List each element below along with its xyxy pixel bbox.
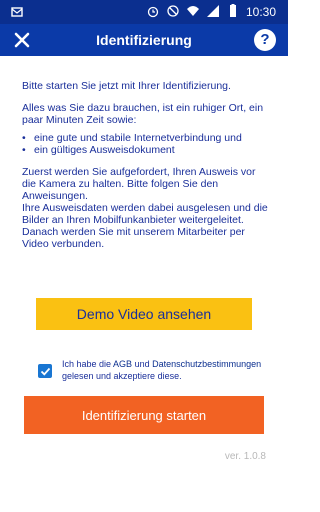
signal-icon <box>206 4 220 21</box>
privacy-link[interactable]: Datenschutzbestimmungen <box>152 359 261 369</box>
demo-video-button[interactable]: Demo Video ansehen <box>36 298 252 330</box>
start-identification-button[interactable]: Identifizierung starten <box>24 396 264 434</box>
intro-paragraph: Bitte starten Sie jetzt mit Ihrer Identi… <box>22 80 231 92</box>
list-item: eine gute und stabile Internetverbindung… <box>22 132 272 144</box>
alarm-icon <box>146 4 160 21</box>
instruction-text: Zuerst werden Sie aufgefordert, Ihren Au… <box>22 166 256 202</box>
requirements-list: eine gute und stabile Internetverbindung… <box>22 132 272 156</box>
intro-paragraph: Alles was Sie dazu brauchen, ist ein ruh… <box>22 102 264 126</box>
version-label: ver. 1.0.8 <box>224 451 266 462</box>
page-title: Identifizierung <box>96 32 192 48</box>
instruction-paragraph: Zuerst werden Sie aufgefordert, Ihren Au… <box>22 166 272 250</box>
agb-checkbox[interactable] <box>38 364 52 378</box>
intro-text: Bitte starten Sie jetzt mit Ihrer Identi… <box>22 80 272 260</box>
list-item: ein gültiges Ausweisdokument <box>22 144 272 156</box>
notification-icon <box>10 5 24 22</box>
mute-icon <box>166 4 180 21</box>
agb-link[interactable]: AGB <box>113 359 132 369</box>
agb-text: gelesen und akzeptiere diese. <box>62 371 182 381</box>
agb-consent: Ich habe die AGB und Datenschutzbestimmu… <box>38 358 286 382</box>
agb-label: Ich habe die AGB und Datenschutzbestimmu… <box>62 358 286 382</box>
agb-text: und <box>132 359 153 369</box>
help-icon[interactable]: ? <box>254 29 276 51</box>
instruction-text: Ihre Ausweisdaten werden dabei ausgelese… <box>22 202 268 226</box>
instruction-text: Danach werden Sie mit unserem Mitarbeite… <box>22 226 245 250</box>
status-bar: 10:30 <box>0 0 288 24</box>
toolbar: Identifizierung ? <box>0 24 288 56</box>
wifi-icon <box>186 4 200 21</box>
checkmark-icon <box>40 367 50 376</box>
agb-text: Ich habe die <box>62 359 114 369</box>
battery-icon <box>226 3 240 21</box>
status-time: 10:30 <box>245 5 276 19</box>
